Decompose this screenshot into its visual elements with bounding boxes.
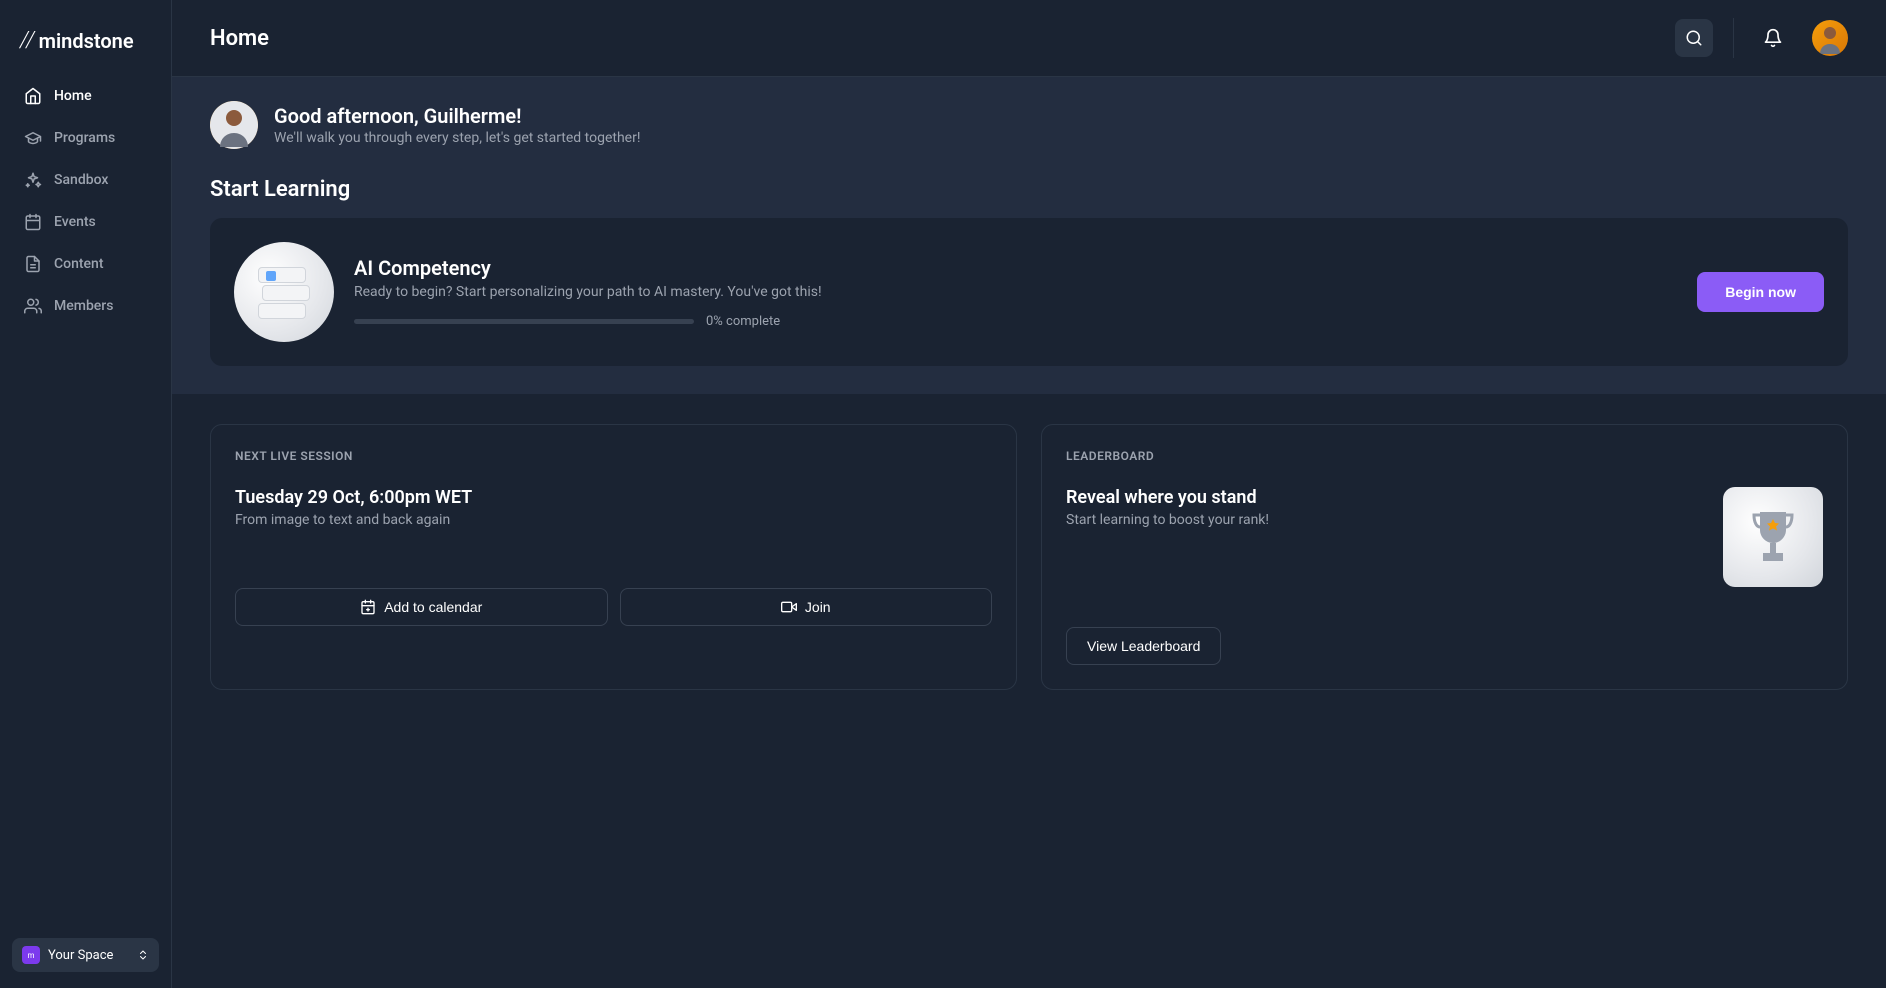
bell-icon (1763, 28, 1783, 48)
card-label: NEXT LIVE SESSION (235, 449, 992, 463)
document-icon (24, 255, 42, 273)
logo-icon: // (20, 28, 35, 53)
page-title: Home (210, 26, 269, 51)
join-button[interactable]: Join (620, 588, 993, 626)
main-content: Home (172, 0, 1886, 988)
home-icon (24, 87, 42, 105)
greeting-title: Good afternoon, Guilherme! (274, 104, 640, 128)
card-subtitle: Start learning to boost your rank! (1066, 512, 1269, 528)
view-leaderboard-button[interactable]: View Leaderboard (1066, 627, 1221, 665)
greeting-avatar (210, 101, 258, 149)
sidebar-item-programs[interactable]: Programs (12, 119, 159, 157)
notification-button[interactable] (1754, 19, 1792, 57)
sidebar-item-label: Members (54, 298, 113, 314)
card-text: Reveal where you stand Start learning to… (1066, 487, 1269, 528)
sparkle-icon (24, 171, 42, 189)
card-body: Reveal where you stand Start learning to… (1066, 487, 1823, 587)
chevron-updown-icon (137, 949, 149, 961)
app-logo[interactable]: //mindstone (0, 16, 171, 77)
start-learning-title: Start Learning (210, 177, 1848, 202)
card-actions: Add to calendar Join (235, 588, 992, 626)
space-label: Your Space (48, 948, 129, 963)
card-subtitle: From image to text and back again (235, 512, 992, 528)
learning-card: AI Competency Ready to begin? Start pers… (210, 218, 1848, 366)
sidebar-item-label: Programs (54, 130, 115, 146)
begin-now-button[interactable]: Begin now (1697, 272, 1824, 312)
progress-bar (354, 319, 694, 324)
trophy-icon (1748, 507, 1798, 567)
welcome-section: Good afternoon, Guilherme! We'll walk yo… (172, 77, 1886, 394)
sidebar-item-sandbox[interactable]: Sandbox (12, 161, 159, 199)
sidebar-item-members[interactable]: Members (12, 287, 159, 325)
sidebar-item-label: Sandbox (54, 172, 108, 188)
learning-content: AI Competency Ready to begin? Start pers… (354, 256, 1677, 329)
users-icon (24, 297, 42, 315)
sidebar-item-label: Home (54, 88, 92, 104)
add-calendar-button[interactable]: Add to calendar (235, 588, 608, 626)
greeting-row: Good afternoon, Guilherme! We'll walk yo… (210, 101, 1848, 149)
sidebar-item-content[interactable]: Content (12, 245, 159, 283)
progress-text: 0% complete (706, 314, 780, 329)
sidebar: //mindstone Home Programs Sandbox (0, 0, 172, 988)
calendar-icon (24, 213, 42, 231)
card-label: LEADERBOARD (1066, 449, 1823, 463)
greeting-subtitle: We'll walk you through every step, let's… (274, 130, 640, 146)
learning-description: Ready to begin? Start personalizing your… (354, 284, 1677, 300)
user-avatar[interactable] (1812, 20, 1848, 56)
sidebar-item-label: Events (54, 214, 96, 230)
space-icon: m (22, 946, 40, 964)
next-session-card: NEXT LIVE SESSION Tuesday 29 Oct, 6:00pm… (210, 424, 1017, 690)
sidebar-item-label: Content (54, 256, 104, 272)
leaderboard-card: LEADERBOARD Reveal where you stand Start… (1041, 424, 1848, 690)
header-actions (1675, 18, 1848, 58)
join-label: Join (805, 599, 831, 615)
progress-row: 0% complete (354, 314, 1677, 329)
calendar-plus-icon (360, 599, 376, 615)
greeting-text: Good afternoon, Guilherme! We'll walk yo… (274, 104, 640, 146)
nav-menu: Home Programs Sandbox Events (0, 77, 171, 325)
header-divider (1733, 18, 1734, 58)
search-button[interactable] (1675, 19, 1713, 57)
learning-title: AI Competency (354, 256, 1677, 280)
sidebar-item-home[interactable]: Home (12, 77, 159, 115)
search-icon (1685, 29, 1703, 47)
sidebar-item-events[interactable]: Events (12, 203, 159, 241)
graduation-cap-icon (24, 129, 42, 147)
add-calendar-label: Add to calendar (384, 599, 482, 615)
learning-icon (234, 242, 334, 342)
logo-text: mindstone (39, 29, 134, 53)
card-title: Tuesday 29 Oct, 6:00pm WET (235, 487, 992, 508)
dashboard-section: NEXT LIVE SESSION Tuesday 29 Oct, 6:00pm… (172, 394, 1886, 720)
video-icon (781, 599, 797, 615)
trophy-image (1723, 487, 1823, 587)
space-selector[interactable]: m Your Space (12, 938, 159, 972)
header: Home (172, 0, 1886, 77)
card-title: Reveal where you stand (1066, 487, 1269, 508)
